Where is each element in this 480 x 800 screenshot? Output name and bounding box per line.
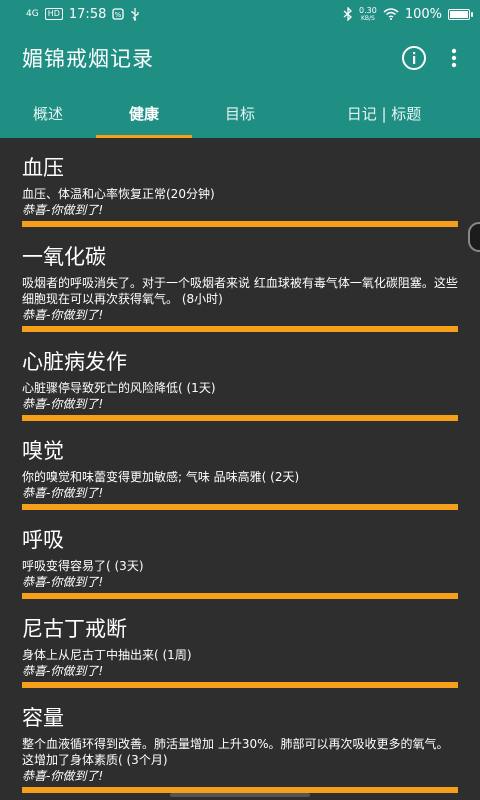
more-options-button[interactable]	[444, 42, 464, 74]
home-indicator[interactable]	[170, 793, 310, 797]
battery-text: 100%	[404, 6, 442, 22]
health-card[interactable]: 心脏病发作 心脏骤停导致死亡的风险降低( (1天) 恭喜-你做到了!	[0, 332, 480, 421]
usb-icon	[131, 7, 139, 21]
tab-overview[interactable]: 概述	[0, 88, 96, 138]
tab-bar: 概述 健康 目标 日记 | 标题	[0, 88, 480, 138]
card-status: 恭喜-你做到了!	[22, 308, 104, 322]
card-description: 吸烟者的呼吸消失了。对于一个吸烟者来说 红血球被有毒气体一氧化碳阻塞。这些细胞现…	[22, 276, 458, 306]
info-icon	[402, 46, 426, 70]
card-description: 身体上从尼古丁中抽出来( (1周)	[22, 648, 192, 662]
card-status: 恭喜-你做到了!	[22, 397, 104, 411]
tab-diary-title[interactable]: 日记 | 标题	[288, 88, 480, 138]
card-description: 血压、体温和心率恢复正常(20分钟)	[22, 187, 215, 201]
clock: 17:58	[68, 6, 107, 22]
notification-icon: %	[112, 8, 125, 20]
status-bar: 4G HD 17:58 % 0.30 KB/S 100%	[0, 0, 480, 28]
battery-fill	[450, 10, 468, 18]
tab-goals[interactable]: 目标	[192, 88, 288, 138]
card-title: 一氧化碳	[22, 245, 106, 269]
card-title: 心脏病发作	[22, 350, 127, 374]
app-title: 媚锦戒烟记录	[22, 47, 154, 71]
bluetooth-icon	[343, 7, 352, 21]
health-card[interactable]: 尼古丁戒断 身体上从尼古丁中抽出来( (1周) 恭喜-你做到了!	[0, 599, 480, 688]
net-speed-unit: KB/S	[360, 14, 375, 22]
app-bar: 媚锦戒烟记录	[0, 28, 480, 88]
card-description: 心脏骤停导致死亡的风险降低( (1天)	[22, 381, 216, 395]
card-title: 呼吸	[22, 528, 64, 552]
hd-badge: HD	[44, 8, 63, 20]
battery-icon	[448, 8, 473, 20]
card-description: 呼吸变得容易了( (3天)	[22, 559, 144, 573]
card-title: 嗅觉	[22, 439, 64, 463]
status-left: 4G HD 17:58 %	[26, 7, 140, 22]
svg-text:%: %	[115, 11, 122, 19]
net-speed: 0.30 KB/S	[359, 5, 377, 22]
health-card[interactable]: 一氧化碳 吸烟者的呼吸消失了。对于一个吸烟者来说 红血球被有毒气体一氧化碳阻塞。…	[0, 227, 480, 332]
net-speed-value: 0.30	[359, 5, 377, 15]
card-title: 尼古丁戒断	[22, 617, 127, 641]
more-vert-icon	[451, 48, 457, 68]
health-card[interactable]: 嗅觉 你的嗅觉和味蕾变得更加敏感; 气味 品味高雅( (2天) 恭喜-你做到了!	[0, 421, 480, 510]
card-status: 恭喜-你做到了!	[22, 664, 104, 678]
status-right: 0.30 KB/S 100%	[343, 5, 473, 22]
card-status: 恭喜-你做到了!	[22, 575, 104, 589]
network-indicator: 4G	[26, 8, 39, 19]
health-card[interactable]: 呼吸 呼吸变得容易了( (3天) 恭喜-你做到了!	[0, 510, 480, 599]
side-drawer-handle[interactable]	[468, 222, 480, 252]
wifi-icon	[383, 8, 399, 20]
health-card[interactable]: 容量 整个血液循环得到改善。肺活量增加 上升30%。肺部可以再次吸收更多的氧气。…	[0, 688, 480, 793]
card-status: 恭喜-你做到了!	[22, 769, 104, 783]
card-title: 容量	[22, 706, 64, 730]
card-title: 血压	[22, 156, 64, 180]
card-status: 恭喜-你做到了!	[22, 486, 104, 500]
info-button[interactable]	[398, 42, 430, 74]
tab-health[interactable]: 健康	[96, 88, 192, 138]
health-card[interactable]: 血压 血压、体温和心率恢复正常(20分钟) 恭喜-你做到了!	[0, 138, 480, 227]
card-description: 你的嗅觉和味蕾变得更加敏感; 气味 品味高雅( (2天)	[22, 470, 300, 484]
health-list: 血压 血压、体温和心率恢复正常(20分钟) 恭喜-你做到了! 一氧化碳 吸烟者的…	[0, 138, 480, 793]
card-status: 恭喜-你做到了!	[22, 203, 104, 217]
card-description: 整个血液循环得到改善。肺活量增加 上升30%。肺部可以再次吸收更多的氧气。这增加…	[22, 737, 449, 767]
